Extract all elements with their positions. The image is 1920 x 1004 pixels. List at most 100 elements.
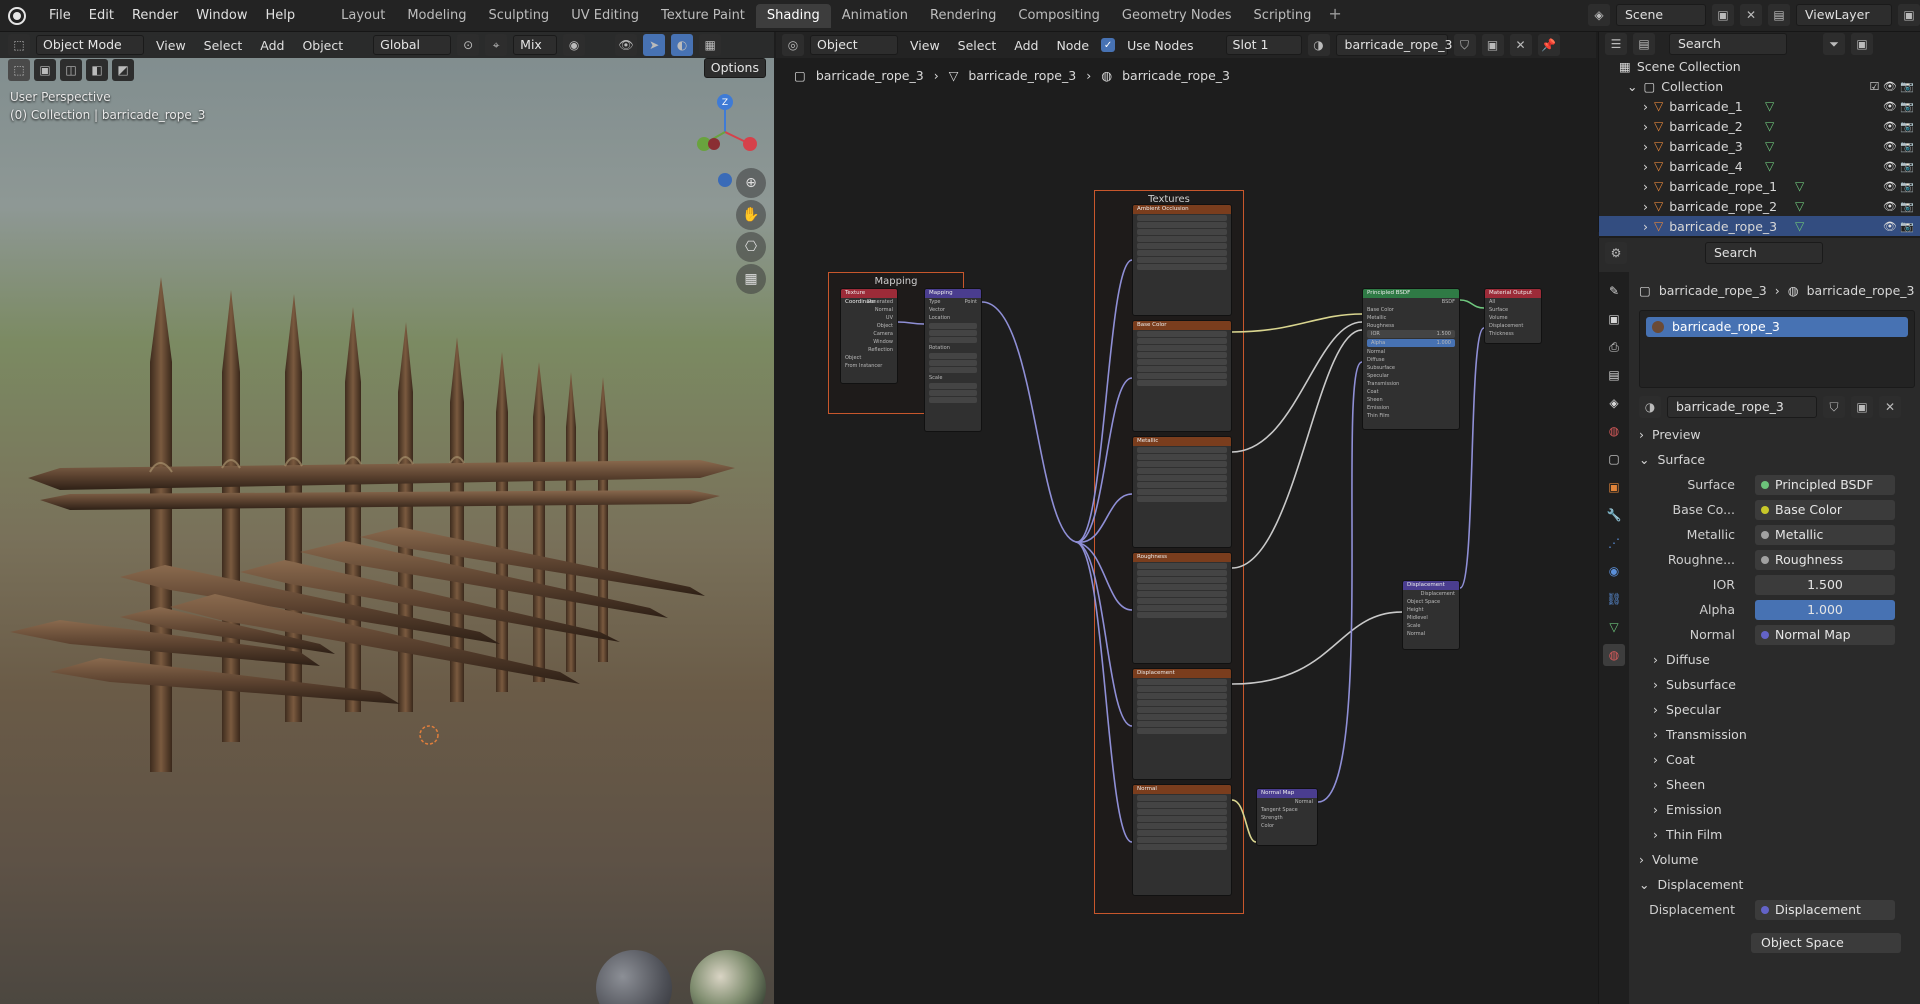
subsection-subsurface[interactable]: › Subsurface bbox=[1633, 672, 1920, 697]
texcoord-out-object[interactable]: Object bbox=[841, 322, 897, 330]
texture-node-ambient-occlusion[interactable]: Ambient Occlusion bbox=[1132, 204, 1232, 316]
object-visibility[interactable]: 👁 📷 bbox=[1883, 140, 1914, 153]
texcoord-out-normal[interactable]: Normal bbox=[841, 306, 897, 314]
tab-scripting[interactable]: Scripting bbox=[1243, 4, 1323, 28]
tab-geometry-nodes[interactable]: Geometry Nodes bbox=[1111, 4, 1243, 28]
outliner-item-barricade-2[interactable]: › ▽ barricade_2 ▽ 👁 📷 bbox=[1599, 116, 1920, 136]
viewport-menu-view[interactable]: View bbox=[150, 38, 192, 53]
mapping-type[interactable]: Type Point bbox=[925, 298, 981, 306]
zoom-icon[interactable]: ⊕ bbox=[736, 168, 766, 198]
snap-mode-dropdown[interactable]: Mix bbox=[513, 35, 558, 55]
visibility-icon[interactable]: 👁 bbox=[615, 34, 638, 56]
bsdf-alpha[interactable]: Alpha 1.000 bbox=[1367, 339, 1455, 347]
shader-type-dropdown[interactable]: Object bbox=[810, 35, 898, 55]
pivot-icon[interactable]: ⊙ bbox=[457, 34, 480, 56]
slot-dropdown[interactable]: Slot 1 bbox=[1225, 35, 1302, 55]
node-menu-add[interactable]: Add bbox=[1008, 38, 1044, 53]
tab-compositing[interactable]: Compositing bbox=[1007, 4, 1111, 28]
collection-expand-icon[interactable]: ⌄ bbox=[1627, 79, 1637, 94]
scene-icon[interactable]: ◈ bbox=[1588, 4, 1610, 26]
scene-collection-row[interactable]: ▦ Scene Collection bbox=[1599, 56, 1920, 76]
texcoord-out-uv[interactable]: UV bbox=[841, 314, 897, 322]
volume-section[interactable]: › Volume bbox=[1633, 847, 1920, 872]
tab-texture-paint[interactable]: Texture Paint bbox=[650, 4, 756, 28]
tab-shading[interactable]: Shading bbox=[755, 3, 831, 28]
material-unlink-icon[interactable]: ✕ bbox=[1879, 396, 1901, 418]
ior-field[interactable]: 1.500 bbox=[1755, 574, 1895, 595]
display-mode-icon[interactable]: ▤ bbox=[1633, 33, 1655, 55]
displacement-space[interactable]: Object Space bbox=[1403, 598, 1459, 606]
displacement-section[interactable]: ⌄ Displacement bbox=[1633, 872, 1920, 897]
menu-edit[interactable]: Edit bbox=[80, 5, 123, 27]
new-collection-icon[interactable]: ▣ bbox=[1851, 33, 1873, 55]
subsection-transmission[interactable]: › Transmission bbox=[1633, 722, 1920, 747]
surface-shader-field[interactable]: Principled BSDF bbox=[1755, 474, 1895, 495]
bsdf-in-base-color[interactable]: Base Color bbox=[1363, 306, 1459, 314]
tab-sculpting[interactable]: Sculpting bbox=[477, 4, 560, 28]
expand-arrow-icon[interactable]: › bbox=[1643, 199, 1648, 214]
mesh-data-icon[interactable]: ▽ bbox=[1765, 139, 1774, 153]
scene-tab-icon[interactable]: ◈ bbox=[1603, 392, 1625, 414]
displacement-node[interactable]: Displacement Displacement Object Space H… bbox=[1402, 580, 1460, 650]
breadcrumb-material[interactable]: barricade_rope_3 bbox=[1122, 68, 1230, 83]
select-subtract-icon[interactable]: ◧ bbox=[86, 59, 108, 81]
texcoord-out-window[interactable]: Window bbox=[841, 338, 897, 346]
tab-animation[interactable]: Animation bbox=[831, 4, 919, 28]
texture-node-metallic[interactable]: Metallic bbox=[1132, 436, 1232, 548]
mesh-data-icon[interactable]: ▽ bbox=[1765, 119, 1774, 133]
breadcrumb-mesh[interactable]: barricade_rope_3 bbox=[968, 68, 1076, 83]
normal-map-color-in[interactable]: Color bbox=[1257, 822, 1317, 830]
subsection-coat[interactable]: › Coat bbox=[1633, 747, 1920, 772]
pin-icon[interactable]: 📌 bbox=[1537, 34, 1560, 56]
displacement-in-normal[interactable]: Normal bbox=[1403, 630, 1459, 638]
bsdf-sec-subsurface[interactable]: Subsurface bbox=[1363, 364, 1459, 372]
bsdf-sec-normal[interactable]: Normal bbox=[1363, 348, 1459, 356]
unlink-material-icon[interactable]: ✕ bbox=[1509, 34, 1532, 56]
texture-node-displacement[interactable]: Displacement bbox=[1132, 668, 1232, 780]
bsdf-in-roughness[interactable]: Roughness bbox=[1363, 322, 1459, 330]
mesh-data-icon[interactable]: ▽ bbox=[1795, 199, 1804, 213]
mode-dropdown[interactable]: Object Mode bbox=[36, 35, 144, 55]
collection-visibility[interactable]: ☑ 👁 📷 bbox=[1869, 80, 1914, 93]
outliner-item-barricade-rope-2[interactable]: › ▽ barricade_rope_2 ▽ 👁 📷 bbox=[1599, 196, 1920, 216]
expand-arrow-icon[interactable]: › bbox=[1643, 99, 1648, 114]
output-target[interactable]: All bbox=[1485, 298, 1541, 306]
bsdf-sec-sheen[interactable]: Sheen bbox=[1363, 396, 1459, 404]
material-browse-icon[interactable]: ◑ bbox=[1307, 34, 1330, 56]
node-menu-node[interactable]: Node bbox=[1050, 38, 1095, 53]
outliner-item-barricade-3[interactable]: › ▽ barricade_3 ▽ 👁 📷 bbox=[1599, 136, 1920, 156]
world-tab-icon[interactable]: ◍ bbox=[1603, 420, 1625, 442]
viewport-menu-select[interactable]: Select bbox=[198, 38, 249, 53]
node-menu-select[interactable]: Select bbox=[952, 38, 1003, 53]
subsection-diffuse[interactable]: › Diffuse bbox=[1633, 647, 1920, 672]
overlay-toggle-icon[interactable]: ◐ bbox=[671, 34, 694, 56]
displacement-in-midlevel[interactable]: Midlevel bbox=[1403, 614, 1459, 622]
output-in-thickness[interactable]: Thickness bbox=[1485, 330, 1541, 338]
gizmo-toggle-icon[interactable]: ➤ bbox=[643, 34, 666, 56]
material-duplicate-icon[interactable]: ▣ bbox=[1851, 396, 1873, 418]
bsdf-sec-diffuse[interactable]: Diffuse bbox=[1363, 356, 1459, 364]
modifier-tab-icon[interactable]: 🔧 bbox=[1603, 504, 1625, 526]
mapping-vector-in[interactable]: Vector bbox=[925, 306, 981, 314]
filter-icon[interactable]: ⏷ bbox=[1823, 33, 1845, 55]
mesh-data-icon[interactable]: ▽ bbox=[1765, 159, 1774, 173]
duplicate-material-icon[interactable]: ▣ bbox=[1481, 34, 1504, 56]
object-visibility[interactable]: 👁 📷 bbox=[1883, 120, 1914, 133]
menu-help[interactable]: Help bbox=[257, 5, 305, 27]
delete-scene-icon[interactable]: ✕ bbox=[1740, 4, 1762, 26]
data-tab-icon[interactable]: ▽ bbox=[1603, 616, 1625, 638]
texcoord-from-instancer[interactable]: From Instancer bbox=[841, 362, 897, 370]
view-layer-field[interactable]: ViewLayer bbox=[1796, 4, 1892, 26]
expand-arrow-icon[interactable]: › bbox=[1643, 139, 1648, 154]
output-in-volume[interactable]: Volume bbox=[1485, 314, 1541, 322]
view-layer-tab-icon[interactable]: ▤ bbox=[1603, 364, 1625, 386]
orientation-dropdown[interactable]: Global bbox=[373, 35, 452, 55]
outliner-item-barricade-rope-3[interactable]: › ▽ barricade_rope_3 ▽ 👁 📷 bbox=[1599, 216, 1920, 236]
texture-coordinate-node[interactable]: Texture Coordinate Generated Normal UV O… bbox=[840, 288, 898, 384]
constraints-tab-icon[interactable]: ⛓ bbox=[1603, 588, 1625, 610]
node-editor-type-icon[interactable]: ◎ bbox=[782, 34, 804, 56]
output-in-displacement[interactable]: Displacement bbox=[1485, 322, 1541, 330]
xray-icon[interactable]: ▦ bbox=[699, 34, 722, 56]
bsdf-sec-specular[interactable]: Specular bbox=[1363, 372, 1459, 380]
browse-material-icon[interactable]: ◑ bbox=[1639, 396, 1661, 418]
